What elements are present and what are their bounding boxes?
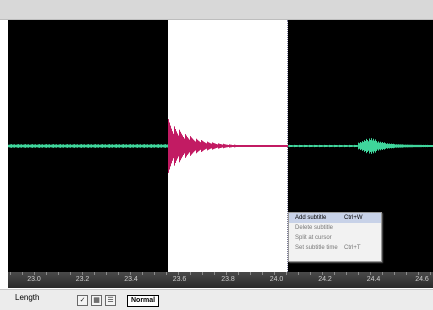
ruler-minor-tick xyxy=(250,272,251,275)
ruler-minor-tick xyxy=(106,272,107,275)
ruler-minor-tick xyxy=(382,272,383,275)
ruler-minor-tick xyxy=(94,272,95,275)
ruler-minor-tick xyxy=(22,272,23,275)
list-icon: ☰ xyxy=(107,297,114,304)
ruler-minor-tick xyxy=(370,272,371,275)
ruler-minor-tick xyxy=(58,272,59,275)
ruler-minor-tick xyxy=(430,272,431,275)
menu-item-shortcut: Ctrl+W xyxy=(344,215,363,221)
ruler-tick-label: 23.0 xyxy=(27,276,41,283)
ruler-tick-label: 24.6 xyxy=(415,276,429,283)
ruler-minor-tick xyxy=(214,272,215,275)
normal-mode-button[interactable]: Normal xyxy=(127,295,160,307)
ruler-minor-tick xyxy=(202,272,203,275)
ruler-minor-tick xyxy=(34,272,35,275)
ruler-minor-tick xyxy=(178,272,179,275)
list-view-button[interactable]: ☰ xyxy=(105,295,116,306)
ruler-minor-tick xyxy=(154,272,155,275)
ruler-minor-tick xyxy=(334,272,335,275)
ruler-minor-tick xyxy=(130,272,131,275)
context-menu: Add subtitle Ctrl+W Delete subtitle Spli… xyxy=(288,212,382,262)
ruler-minor-tick xyxy=(226,272,227,275)
ruler-tick-label: 23.6 xyxy=(172,276,187,283)
bottom-toolbar: Length ✓ ▦ ☰ Normal xyxy=(0,289,433,310)
ruler-minor-tick xyxy=(118,272,119,275)
menu-item-set-subtitle-time[interactable]: Set subtitle time Ctrl+T xyxy=(289,243,381,253)
ruler-minor-tick xyxy=(322,272,323,275)
time-ruler[interactable]: 23.0 23.2 23.4 23.6 23.8 24.0 24.2 24.4 24.6 xyxy=(8,272,433,288)
ruler-minor-tick xyxy=(82,272,83,275)
ruler-minor-tick xyxy=(310,272,311,275)
menu-item-label: Delete subtitle xyxy=(295,225,334,231)
window-top-strip xyxy=(0,0,433,19)
ruler-minor-tick xyxy=(418,272,419,275)
check-icon: ✓ xyxy=(79,297,86,304)
ruler-minor-tick xyxy=(298,272,299,275)
ruler-minor-tick xyxy=(190,272,191,275)
ruler-minor-tick xyxy=(262,272,263,275)
ruler-tick-label: 23.2 xyxy=(75,276,90,283)
ruler-minor-tick xyxy=(406,272,407,275)
check-button[interactable]: ✓ xyxy=(77,295,88,306)
menu-item-split-at-cursor[interactable]: Split at cursor xyxy=(289,233,381,243)
ruler-tick-label: 24.2 xyxy=(318,276,332,283)
ruler-minor-tick xyxy=(286,272,287,275)
ruler-minor-tick xyxy=(166,272,167,275)
ruler-minor-tick xyxy=(142,272,143,275)
ruler-tick-label: 24.0 xyxy=(269,276,284,283)
menu-item-label: Split at cursor xyxy=(295,235,332,241)
ruler-tick-label: 23.8 xyxy=(221,276,235,283)
length-label: Length xyxy=(15,293,40,302)
menu-item-delete-subtitle[interactable]: Delete subtitle xyxy=(289,223,381,233)
menu-item-label: Set subtitle time xyxy=(295,245,338,251)
ruler-minor-tick xyxy=(238,272,239,275)
ruler-minor-tick xyxy=(46,272,47,275)
ruler-minor-tick xyxy=(274,272,275,275)
menu-item-add-subtitle[interactable]: Add subtitle Ctrl+W xyxy=(289,213,381,223)
grid-view-button[interactable]: ▦ xyxy=(91,295,102,306)
ruler-minor-tick xyxy=(358,272,359,275)
ruler-minor-tick xyxy=(346,272,347,275)
grid-icon: ▦ xyxy=(93,297,100,304)
ruler-minor-tick xyxy=(70,272,71,275)
ruler-tick-label: 24.4 xyxy=(366,276,381,283)
menu-item-shortcut: Ctrl+T xyxy=(344,245,361,251)
ruler-minor-tick xyxy=(10,272,11,275)
ruler-tick-label: 23.4 xyxy=(124,276,138,283)
ruler-minor-tick xyxy=(394,272,395,275)
menu-item-label: Add subtitle xyxy=(295,215,327,221)
